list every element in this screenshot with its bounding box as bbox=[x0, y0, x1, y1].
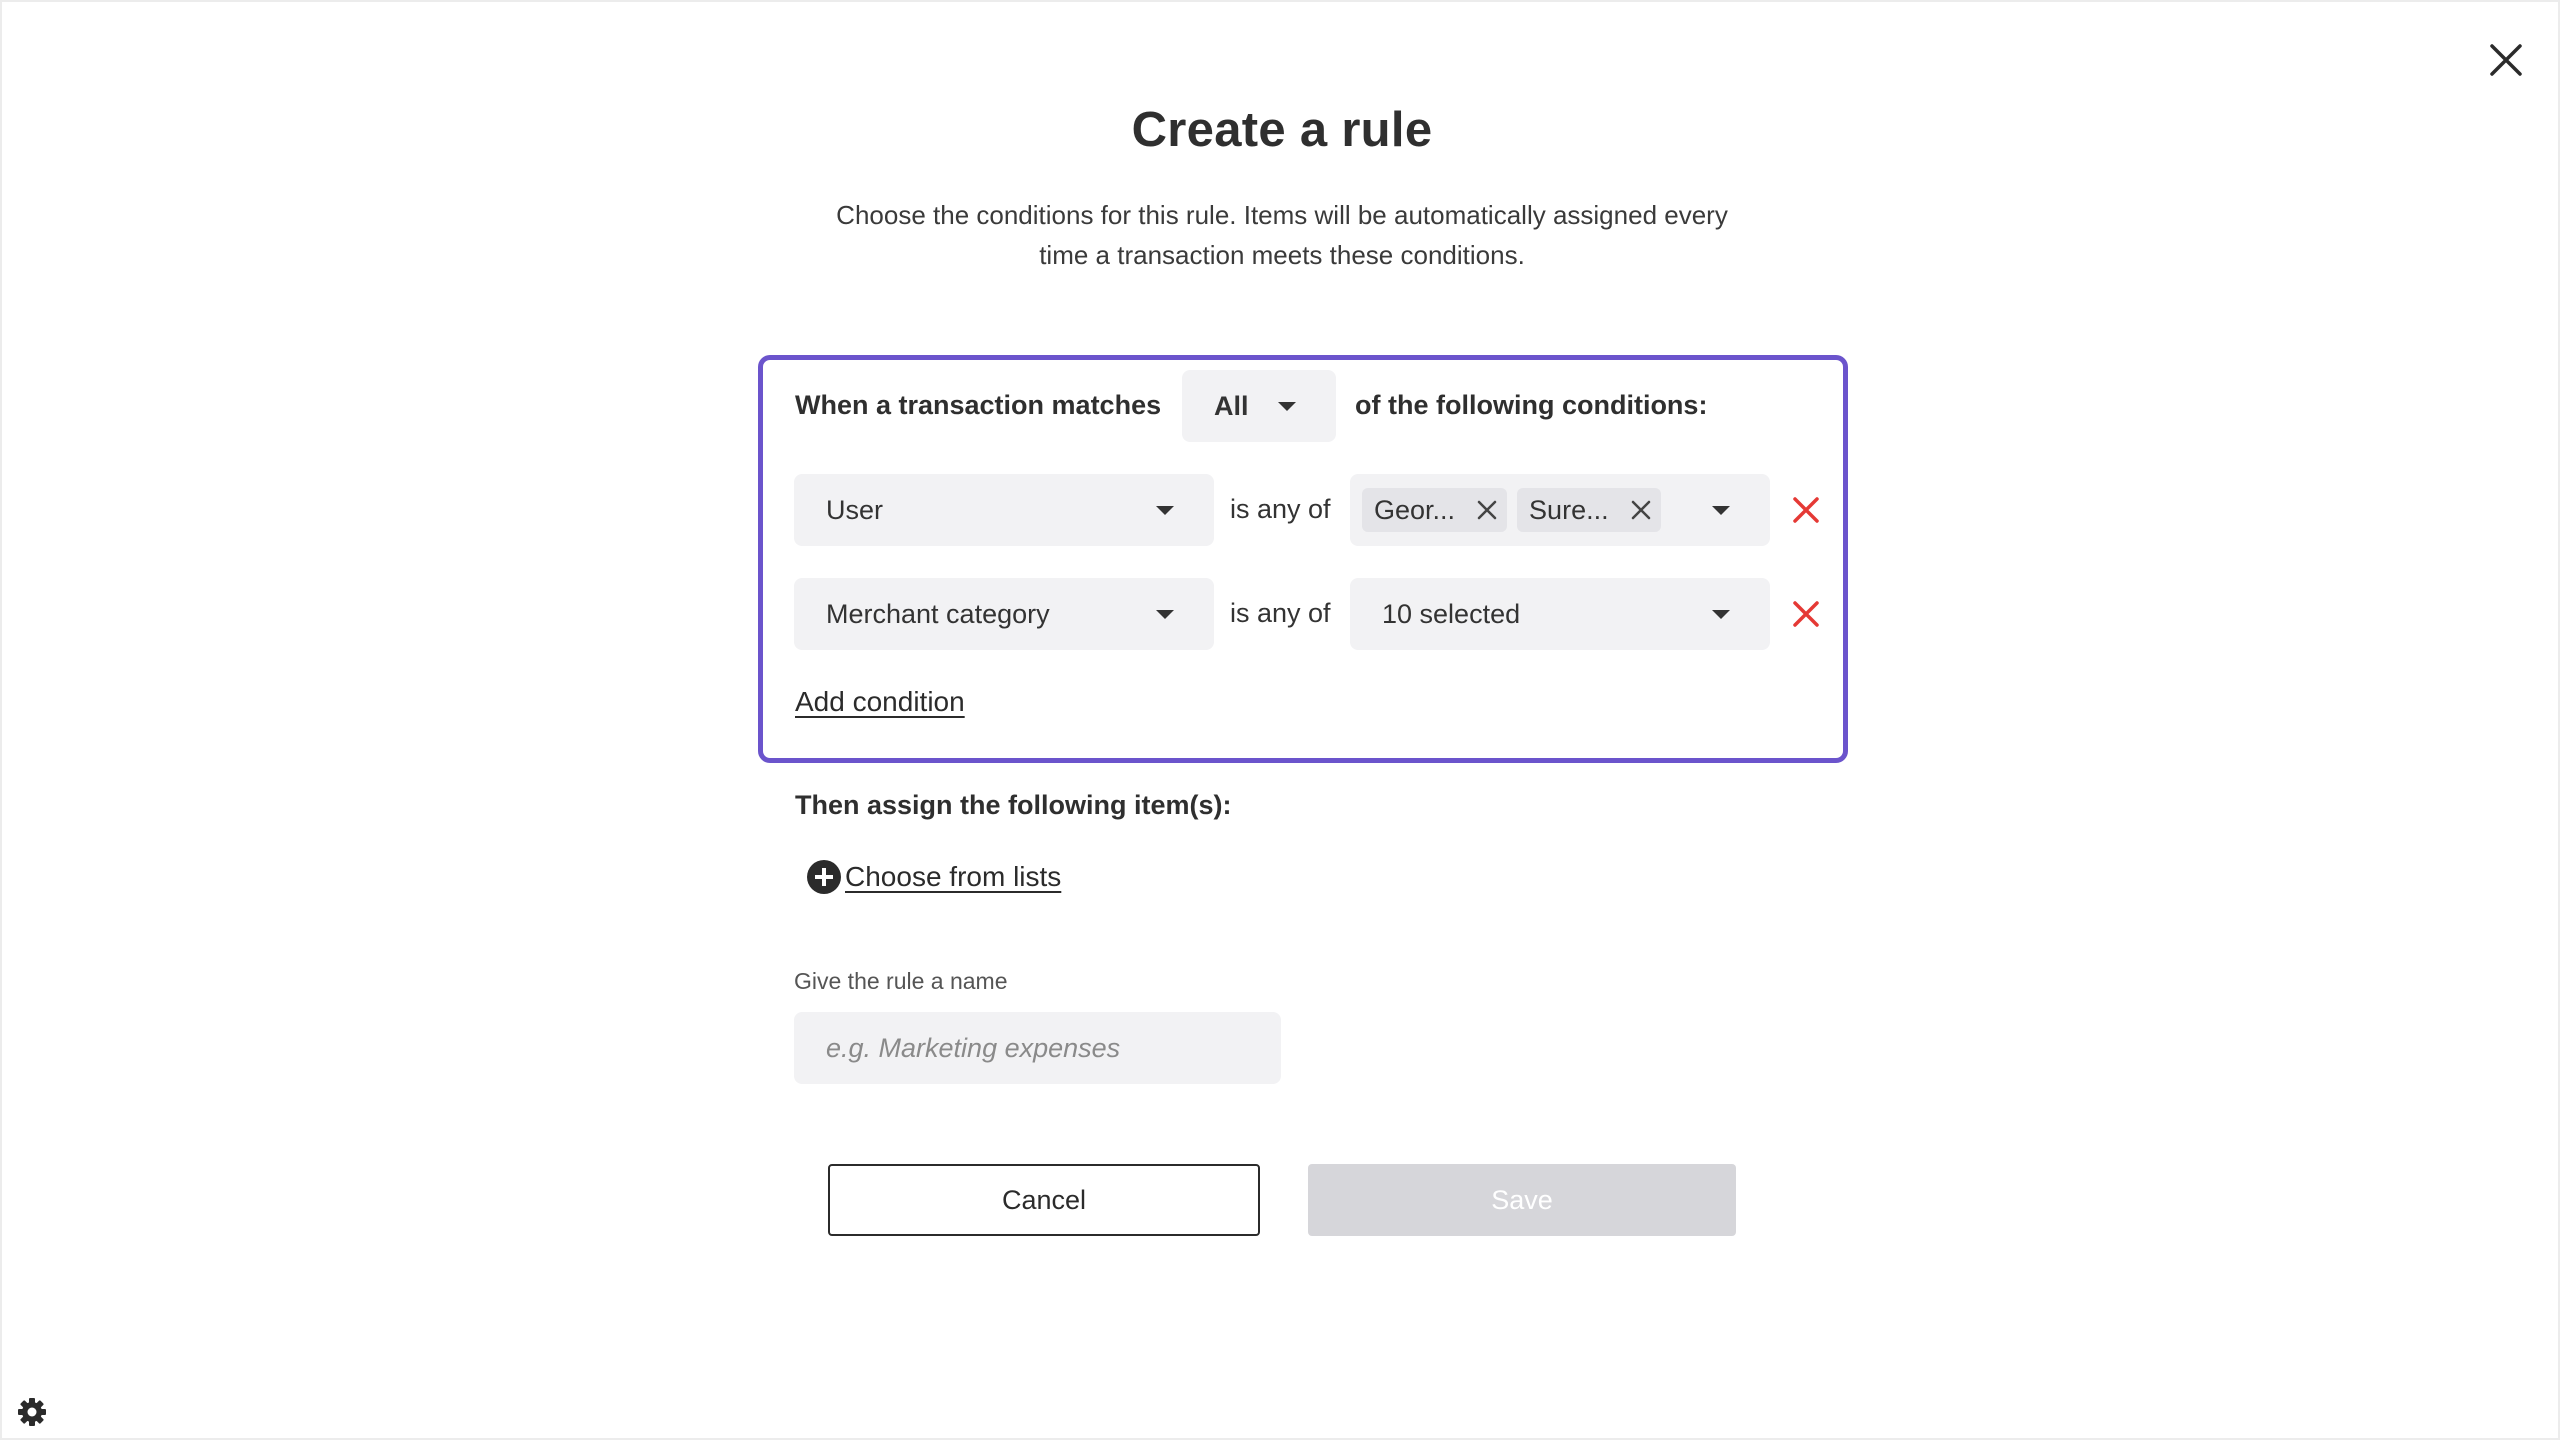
dialog-subtitle: Choose the conditions for this rule. Ite… bbox=[782, 195, 1782, 275]
chevron-down-icon bbox=[1712, 505, 1730, 515]
condition-field-value: User bbox=[826, 494, 884, 525]
condition-value-select[interactable]: Geor... Sure... bbox=[1350, 474, 1770, 546]
condition-field-value: Merchant category bbox=[826, 598, 1050, 629]
condition-value-select[interactable]: 10 selected bbox=[1350, 578, 1770, 650]
condition-field-select[interactable]: Merchant category bbox=[794, 578, 1214, 650]
settings-button[interactable] bbox=[16, 1396, 48, 1428]
condition-operator: is any of bbox=[1230, 494, 1331, 524]
condition-value: 10 selected bbox=[1382, 598, 1521, 629]
close-icon bbox=[2490, 44, 2522, 76]
close-icon bbox=[1631, 500, 1650, 520]
cancel-button[interactable]: Cancel bbox=[828, 1164, 1260, 1236]
close-button[interactable] bbox=[2478, 32, 2534, 88]
chip-remove-button[interactable] bbox=[1477, 500, 1497, 520]
rule-name-input[interactable] bbox=[794, 1012, 1281, 1084]
gear-icon bbox=[18, 1398, 46, 1426]
chip-list: Geor... Sure... bbox=[1350, 488, 1712, 532]
match-mode-select[interactable]: All bbox=[1182, 370, 1336, 442]
rule-name-label: Give the rule a name bbox=[794, 968, 1008, 994]
subtitle-line: time a transaction meets these condition… bbox=[1039, 240, 1525, 270]
selected-chip: Geor... bbox=[1362, 488, 1508, 532]
conditions-prefix: When a transaction matches bbox=[795, 390, 1162, 420]
match-mode-value: All bbox=[1214, 390, 1249, 421]
save-button[interactable]: Save bbox=[1308, 1164, 1736, 1236]
chip-label: Geor... bbox=[1374, 494, 1456, 525]
condition-field-select[interactable]: User bbox=[794, 474, 1214, 546]
remove-condition-button[interactable] bbox=[1790, 494, 1822, 526]
add-condition-link[interactable]: Add condition bbox=[795, 686, 965, 718]
conditions-suffix: of the following conditions: bbox=[1355, 390, 1708, 420]
chevron-down-icon bbox=[1712, 609, 1730, 619]
chevron-down-icon bbox=[1156, 609, 1174, 619]
chevron-down-icon bbox=[1156, 505, 1174, 515]
choose-from-lists-label: Choose from lists bbox=[845, 861, 1062, 892]
chip-label: Sure... bbox=[1529, 494, 1609, 525]
remove-condition-icon bbox=[1793, 601, 1819, 627]
chevron-down-icon bbox=[1278, 401, 1296, 411]
dialog-title: Create a rule bbox=[1131, 103, 1433, 157]
selected-chip: Sure... bbox=[1517, 488, 1661, 532]
condition-operator: is any of bbox=[1230, 598, 1331, 628]
plus-circle-icon bbox=[807, 860, 841, 894]
close-icon bbox=[1477, 500, 1497, 520]
assign-heading: Then assign the following item(s): bbox=[795, 790, 1232, 820]
choose-from-lists-button[interactable]: Choose from lists bbox=[807, 860, 1061, 894]
subtitle-line: Choose the conditions for this rule. Ite… bbox=[836, 200, 1728, 230]
remove-condition-button[interactable] bbox=[1790, 598, 1822, 630]
chip-remove-button[interactable] bbox=[1631, 500, 1651, 520]
create-rule-dialog: Create a rule Choose the conditions for … bbox=[0, 0, 2560, 1440]
remove-condition-icon bbox=[1793, 497, 1819, 523]
